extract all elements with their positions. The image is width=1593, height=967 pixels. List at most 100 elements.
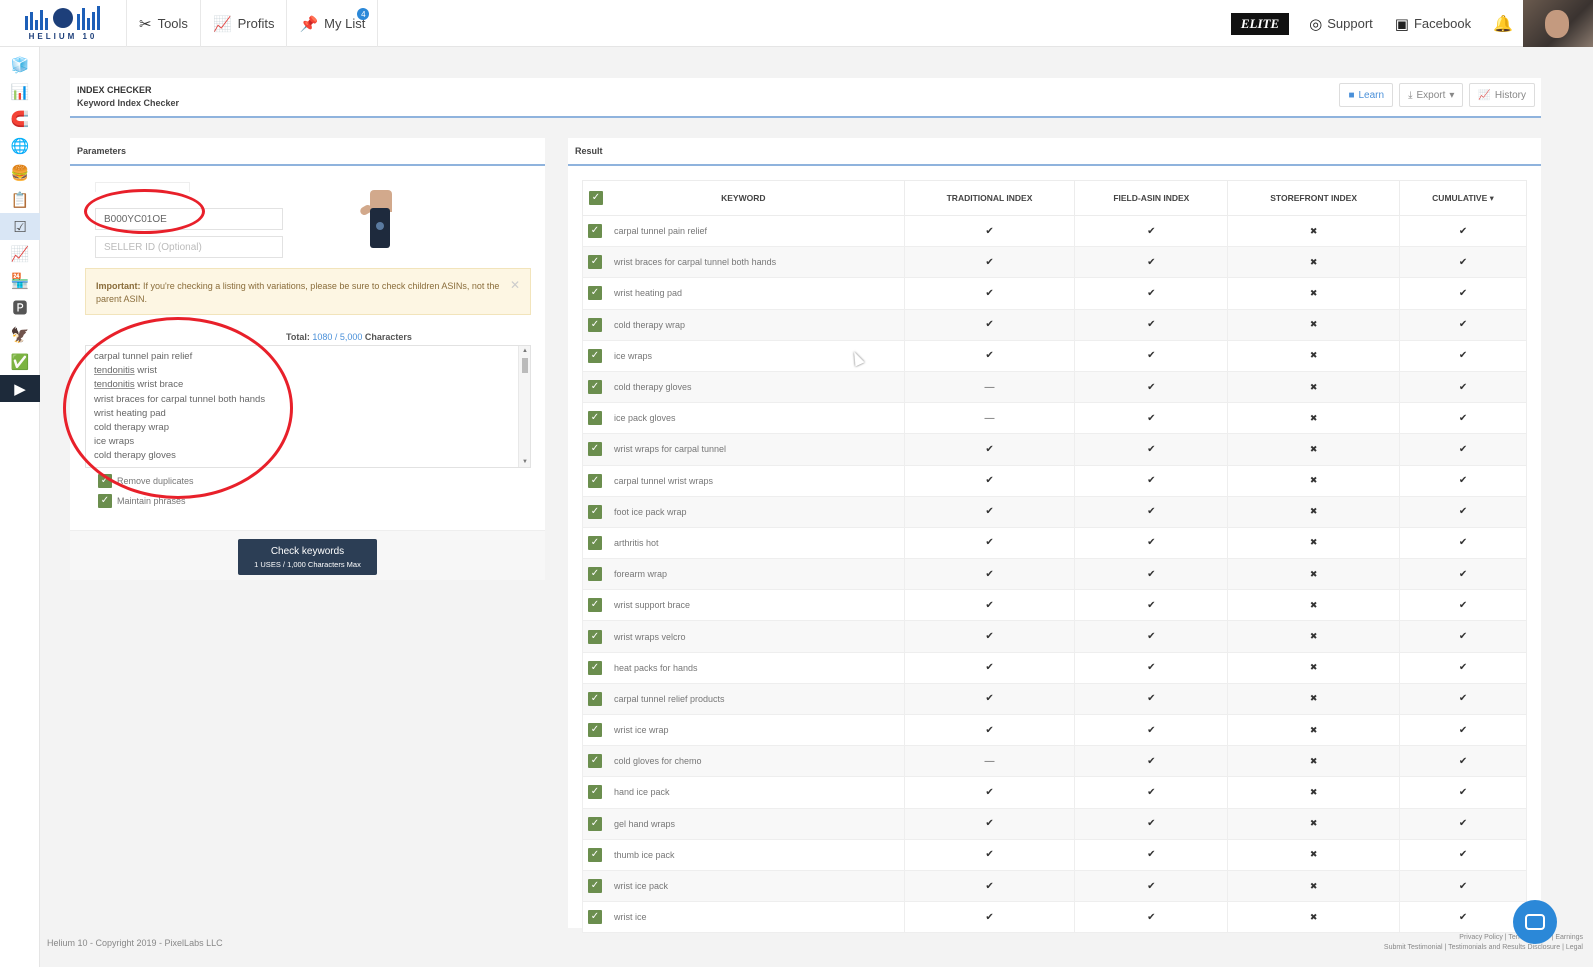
- sidebar-profits-icon[interactable]: 🅿: [0, 294, 40, 321]
- facebook-link[interactable]: ▣ Facebook: [1395, 15, 1471, 33]
- row-checkbox[interactable]: ✓: [588, 660, 602, 675]
- index-cell-store: ✖: [1227, 370, 1401, 404]
- index-cell-store: ✖: [1227, 651, 1401, 684]
- sidebar-inventory-icon[interactable]: 🏪: [0, 267, 40, 294]
- history-button[interactable]: 📈 History: [1469, 83, 1535, 107]
- row-checkbox[interactable]: ✓: [588, 847, 602, 862]
- sidebar-xray-icon[interactable]: 📊: [0, 78, 40, 105]
- table-row: ✓ wrist ice wrap ✔ ✔ ✖ ✔: [582, 713, 1527, 747]
- row-checkbox[interactable]: ✓: [588, 380, 602, 395]
- scroll-up-icon[interactable]: ▲: [522, 348, 528, 354]
- footer-copyright: Helium 10 - Copyright 2019 - PixelLabs L…: [47, 938, 223, 948]
- sidebar-alerts-icon[interactable]: 🦅: [0, 321, 40, 348]
- row-checkbox[interactable]: ✓: [588, 473, 602, 488]
- check-icon: ✔: [1458, 537, 1468, 549]
- bell-icon[interactable]: 🔔: [1493, 14, 1513, 34]
- textarea-scrollbar[interactable]: ▲ ▼: [518, 346, 530, 467]
- index-cell-cum: ✔: [1399, 838, 1527, 871]
- index-cell-field: ✔: [1074, 402, 1229, 435]
- sidebar-magnet-icon[interactable]: 🧲: [0, 105, 40, 132]
- footer-links-row1[interactable]: Privacy Policy | Terms of Use | Earnings: [1384, 933, 1583, 943]
- chat-button[interactable]: [1513, 900, 1557, 944]
- sidebar-play-icon[interactable]: ▶: [0, 375, 40, 402]
- row-checkbox[interactable]: ✓: [588, 754, 602, 769]
- row-checkbox[interactable]: ✓: [588, 816, 602, 831]
- helium10-logo[interactable]: HELIUM 10: [0, 0, 126, 47]
- seller-id-input[interactable]: SELLER ID (Optional): [95, 236, 283, 258]
- check-icon: ✔: [985, 662, 994, 674]
- row-checkbox[interactable]: ✓: [588, 411, 602, 426]
- select-all-checkbox[interactable]: ✓: [589, 191, 603, 205]
- sidebar-frankenstein-icon[interactable]: 🍔: [0, 159, 40, 186]
- video-icon: ■: [1348, 89, 1355, 101]
- footer-links-row2[interactable]: Submit Testimonial | Testimonials and Re…: [1384, 943, 1583, 953]
- check-icon: ✔: [1458, 381, 1468, 393]
- total-value: 1080 / 5,000: [312, 332, 363, 342]
- check-keywords-button[interactable]: Check keywords 1 USES / 1,000 Characters…: [238, 539, 377, 575]
- index-cell-store: ✖: [1227, 246, 1401, 279]
- check-icon: ✔: [1458, 568, 1468, 580]
- learn-button[interactable]: ■ Learn: [1339, 83, 1394, 107]
- keyword-text: cold therapy wrap: [614, 319, 686, 330]
- row-checkbox[interactable]: ✓: [588, 910, 602, 925]
- row-checkbox[interactable]: ✓: [588, 598, 602, 613]
- check-icon: ✔: [1458, 693, 1468, 705]
- check-icon: ✔: [1147, 911, 1156, 923]
- avatar[interactable]: [1523, 0, 1593, 47]
- nav-tab-profits[interactable]: 📈 Profits: [199, 0, 287, 47]
- elite-badge[interactable]: ELITE: [1230, 12, 1290, 35]
- main-nav: ✂ Tools 📈 Profits 📌 My List 4: [126, 0, 379, 47]
- column-keyword[interactable]: ✓ KEYWORD: [582, 180, 905, 216]
- row-checkbox[interactable]: ✓: [588, 629, 602, 644]
- index-cell-field: ✔: [1074, 776, 1229, 809]
- product-image: [358, 186, 398, 258]
- support-link[interactable]: ◎ Support: [1309, 15, 1373, 33]
- index-cell-field: ✔: [1074, 370, 1229, 404]
- row-checkbox[interactable]: ✓: [588, 567, 602, 582]
- row-checkbox[interactable]: ✓: [588, 691, 602, 706]
- index-cell-trad: ✔: [903, 495, 1076, 528]
- table-row: ✓ arthritis hot ✔ ✔ ✖ ✔: [582, 526, 1527, 560]
- check-icon: ✔: [1147, 693, 1156, 705]
- row-checkbox[interactable]: ✓: [588, 723, 602, 738]
- row-checkbox[interactable]: ✓: [588, 879, 602, 894]
- check-icon: ✔: [985, 818, 994, 830]
- check-icon: ✔: [1458, 849, 1468, 861]
- sidebar-globe-icon[interactable]: 🌐: [0, 132, 40, 159]
- table-row: ✓ wrist support brace ✔ ✔ ✖ ✔: [582, 589, 1527, 622]
- export-button[interactable]: ⤓ Export ▾: [1399, 83, 1464, 107]
- column-storefront-index[interactable]: STOREFRONT INDEX: [1227, 180, 1401, 216]
- row-checkbox[interactable]: ✓: [588, 535, 602, 550]
- row-checkbox[interactable]: ✓: [588, 286, 602, 301]
- keyword-text: thumb ice pack: [614, 849, 675, 860]
- index-cell-field: ✔: [1074, 745, 1229, 778]
- close-icon[interactable]: ✕: [510, 279, 520, 292]
- nav-tab-my-list[interactable]: 📌 My List 4: [286, 0, 379, 47]
- column-traditional-index[interactable]: TRADITIONAL INDEX: [903, 180, 1076, 216]
- sidebar-black-box-icon[interactable]: 🧊: [0, 51, 40, 78]
- row-checkbox[interactable]: ✓: [588, 785, 602, 800]
- checkbox-checked-icon[interactable]: ✓: [98, 494, 112, 508]
- check-icon: ✔: [985, 911, 994, 923]
- learn-label: Learn: [1358, 89, 1385, 101]
- row-checkbox[interactable]: ✓: [588, 255, 602, 270]
- sidebar-keyword-tracker-icon[interactable]: 📈: [0, 240, 40, 267]
- page-title: INDEX CHECKER: [77, 85, 152, 95]
- check-icon: ✔: [1147, 443, 1156, 455]
- table-row: ✓ cold therapy wrap ✔ ✔ ✖ ✔: [582, 308, 1527, 341]
- row-checkbox[interactable]: ✓: [588, 348, 602, 363]
- nav-tab-tools[interactable]: ✂ Tools: [126, 0, 200, 47]
- cross-icon: ✖: [1309, 818, 1318, 829]
- row-checkbox[interactable]: ✓: [588, 504, 602, 519]
- sidebar-scribbles-icon[interactable]: 📋: [0, 186, 40, 213]
- sidebar-refund-icon[interactable]: ✅: [0, 348, 40, 375]
- row-checkbox[interactable]: ✓: [588, 317, 602, 332]
- column-field-asin-index[interactable]: FIELD-ASIN INDEX: [1074, 180, 1229, 216]
- keyword-cell: ✓ carpal tunnel pain relief: [582, 214, 905, 248]
- scroll-down-icon[interactable]: ▼: [522, 459, 528, 465]
- keyword-text: arthritis hot: [614, 537, 659, 548]
- sidebar-index-checker-icon[interactable]: ☑: [0, 213, 40, 240]
- row-checkbox[interactable]: ✓: [588, 224, 602, 239]
- column-cumulative[interactable]: CUMULATIVE ▾: [1399, 180, 1527, 216]
- row-checkbox[interactable]: ✓: [588, 442, 602, 457]
